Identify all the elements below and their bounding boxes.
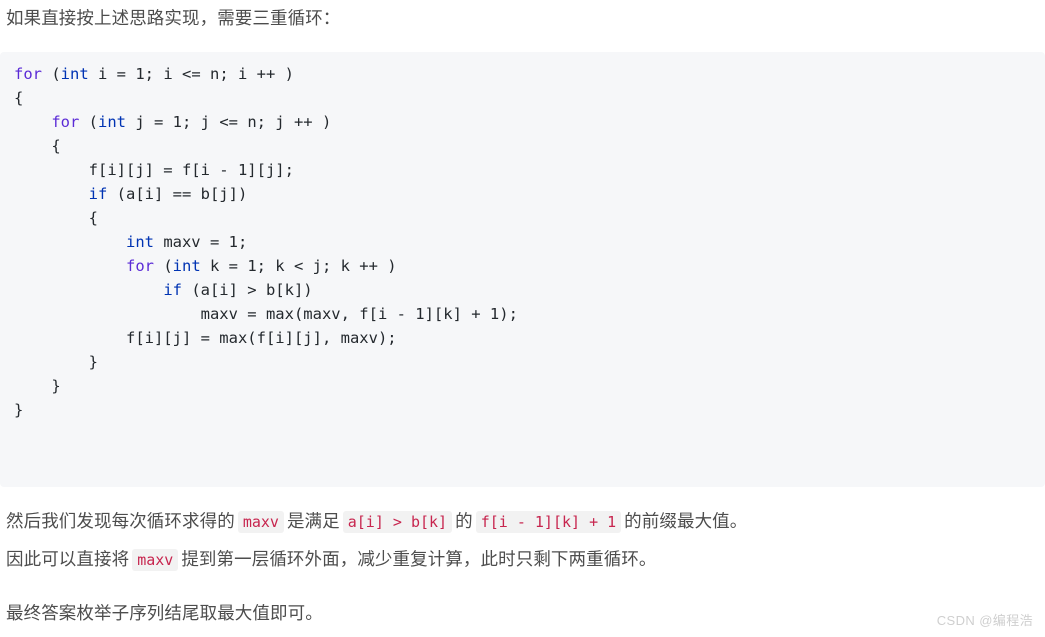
code-token: if bbox=[88, 185, 108, 203]
paragraph-1-text-segment-1: 然后我们发现每次循环求得的 bbox=[6, 511, 235, 531]
inline-code-maxv: maxv bbox=[237, 511, 284, 533]
code-token: if bbox=[163, 281, 182, 299]
inline-code-expression: f[i - 1][k] + 1 bbox=[475, 511, 622, 533]
conclusion-paragraph: 最终答案枚举子序列结尾取最大值即可。 bbox=[6, 603, 323, 623]
code-token: for bbox=[51, 113, 80, 131]
article-page: 如果直接按上述思路实现，需要三重循环： for (int i = 1; i <=… bbox=[0, 0, 1045, 637]
code-token: } bbox=[14, 377, 61, 395]
code-token: int bbox=[125, 233, 154, 251]
code-token: ( bbox=[79, 113, 98, 131]
inline-code-condition: a[i] > b[k] bbox=[342, 511, 453, 533]
explanation-paragraphs: 然后我们发现每次循环求得的 maxv 是满足 a[i] > b[k] 的 f[i - 1]… bbox=[6, 502, 1036, 578]
csdn-watermark: CSDN @编程浩 bbox=[936, 613, 1033, 628]
paragraph-1-text-segment-2: 是满足 bbox=[286, 511, 340, 531]
inline-code-maxv-2: maxv bbox=[132, 549, 179, 571]
code-block-content: for (int i = 1; i <= n; i ++ ){ for (int… bbox=[14, 62, 1045, 422]
code-token: k = 1; k < j; k ++ ) bbox=[200, 257, 397, 275]
paragraph-1-text-segment-3: 的 bbox=[455, 511, 473, 531]
code-block[interactable]: for (int i = 1; i <= n; i ++ ){ for (int… bbox=[0, 52, 1045, 487]
code-line: { bbox=[14, 206, 1045, 230]
code-token: ( bbox=[153, 257, 173, 275]
code-token: i = 1; i <= n; i ++ ) bbox=[88, 65, 294, 83]
code-token: f[i][j] = f[i - 1][j]; bbox=[14, 161, 294, 179]
code-token: { bbox=[14, 89, 24, 107]
code-token: maxv = max(maxv, f[i - 1][k] + 1); bbox=[14, 305, 518, 323]
code-token: int bbox=[60, 65, 89, 83]
code-token: } bbox=[14, 401, 24, 419]
code-line: { bbox=[14, 134, 1045, 158]
code-line: } bbox=[14, 374, 1045, 398]
code-token: } bbox=[14, 353, 98, 371]
code-line: for (int i = 1; i <= n; i ++ ) bbox=[14, 62, 1045, 86]
code-token: for bbox=[14, 65, 42, 83]
paragraph-2-text-segment-1: 因此可以直接将 bbox=[6, 549, 130, 569]
code-line: { bbox=[14, 86, 1045, 110]
code-line: if (a[i] > b[k]) bbox=[14, 278, 1045, 302]
code-line: f[i][j] = f[i - 1][j]; bbox=[14, 158, 1045, 182]
code-line: f[i][j] = max(f[i][j], maxv); bbox=[14, 326, 1045, 350]
code-token: f[i][j] = max(f[i][j], maxv); bbox=[14, 329, 397, 347]
code-token: j = 1; j <= n; j ++ ) bbox=[126, 113, 332, 131]
code-line: } bbox=[14, 398, 1045, 422]
code-line: int maxv = 1; bbox=[14, 230, 1045, 254]
intro-paragraph: 如果直接按上述思路实现，需要三重循环： bbox=[6, 8, 341, 28]
code-line: if (a[i] == b[j]) bbox=[14, 182, 1045, 206]
code-line: } bbox=[14, 350, 1045, 374]
code-token: for bbox=[125, 257, 154, 275]
code-token: maxv = 1; bbox=[153, 233, 248, 251]
paragraph-2-text-segment-2: 提到第一层循环外面，减少重复计算，此时只剩下两重循环。 bbox=[181, 549, 657, 569]
code-token: { bbox=[14, 137, 61, 155]
code-token: int bbox=[98, 113, 126, 131]
code-line: for (int j = 1; j <= n; j ++ ) bbox=[14, 110, 1045, 134]
explanation-paragraph-2: 因此可以直接将 maxv 提到第一层循环外面，减少重复计算，此时只剩下两重循环。 bbox=[6, 540, 1036, 578]
code-token: ( bbox=[42, 65, 61, 83]
explanation-paragraph-1: 然后我们发现每次循环求得的 maxv 是满足 a[i] > b[k] 的 f[i - 1]… bbox=[6, 502, 1036, 540]
paragraph-1-text-segment-4: 的前缀最大值。 bbox=[624, 511, 748, 531]
code-token: { bbox=[14, 209, 98, 227]
code-token: int bbox=[172, 257, 201, 275]
code-token: (a[i] == b[j]) bbox=[107, 185, 248, 203]
code-line: for (int k = 1; k < j; k ++ ) bbox=[14, 254, 1045, 278]
code-line: maxv = max(maxv, f[i - 1][k] + 1); bbox=[14, 302, 1045, 326]
code-token: (a[i] > b[k]) bbox=[181, 281, 313, 299]
